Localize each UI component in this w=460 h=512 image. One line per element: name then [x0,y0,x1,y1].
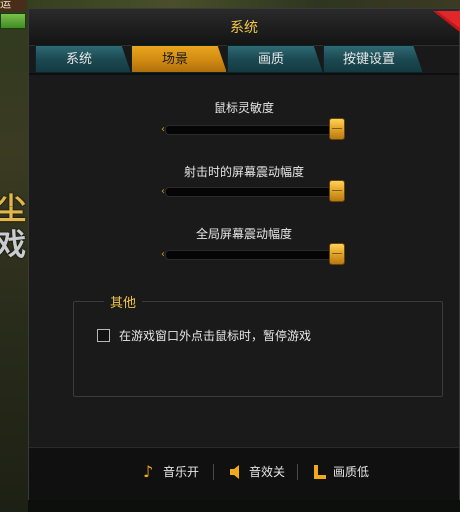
background-glyph: 戏 [0,228,26,263]
pause-when-click-outside-checkbox[interactable] [97,329,110,342]
other-settings-group: 其他 在游戏窗口外点击鼠标时，暂停游戏 [73,292,443,397]
footer-divider [297,464,298,480]
tab-scene[interactable]: 场景 [131,45,227,73]
music-note-icon: ♪ [143,462,154,481]
tab-graphics[interactable]: 画质 [227,45,323,73]
tab-label: 场景 [161,52,188,67]
checkbox-label: 在游戏窗口外点击鼠标时，暂停游戏 [119,329,312,343]
tab-system[interactable]: 系统 [35,45,131,73]
quality-toggle-label: 画质低 [333,465,370,479]
dialog-title-bar: 系统 [29,9,460,46]
background-corner-text: 运 [0,0,26,11]
group-title: 其他 [104,292,143,311]
music-toggle-label: 音乐开 [163,465,200,479]
mouse-sensitivity-slider-handle[interactable] [329,118,345,140]
tab-content-scene: 鼠标灵敏度 ‹ 射击时的屏幕震动幅度 ‹ 全局屏幕震动幅度 ‹ 其他 在游戏窗口… [29,73,459,449]
global-shake-label: 全局屏幕震动幅度 [195,227,292,241]
close-button[interactable] [431,11,460,33]
shoot-shake-label: 射击时的屏幕震动幅度 [183,165,304,179]
background-health-bar [0,13,26,29]
tab-label: 画质 [257,52,284,67]
system-settings-dialog: 系统 系统 场景 画质 按键设置 鼠标灵敏度 ‹ 射击时的屏幕震动幅度 ‹ 全局… [28,8,460,500]
footer-divider [213,464,214,480]
quality-low-icon [313,462,329,482]
tab-key-settings[interactable]: 按键设置 [323,45,423,73]
tab-bar: 系统 场景 画质 按键设置 [35,45,455,73]
sound-toggle-label: 音效关 [249,465,286,479]
close-icon [433,11,460,33]
tab-label: 按键设置 [342,52,395,67]
tab-label: 系统 [65,52,92,67]
speaker-icon [229,462,245,482]
mouse-sensitivity-slider-track[interactable] [165,125,335,135]
mouse-sensitivity-label: 鼠标灵敏度 [213,101,274,115]
global-shake-slider-track[interactable] [165,250,335,260]
dialog-footer: ♪ 音乐开 音效关 画质低 [29,447,459,500]
global-shake-slider-handle[interactable] [329,243,345,265]
dialog-title: 系统 [230,20,258,36]
background-glyph: 尘 [0,192,26,227]
shoot-shake-slider-track[interactable] [165,187,335,197]
shoot-shake-slider-handle[interactable] [329,180,345,202]
